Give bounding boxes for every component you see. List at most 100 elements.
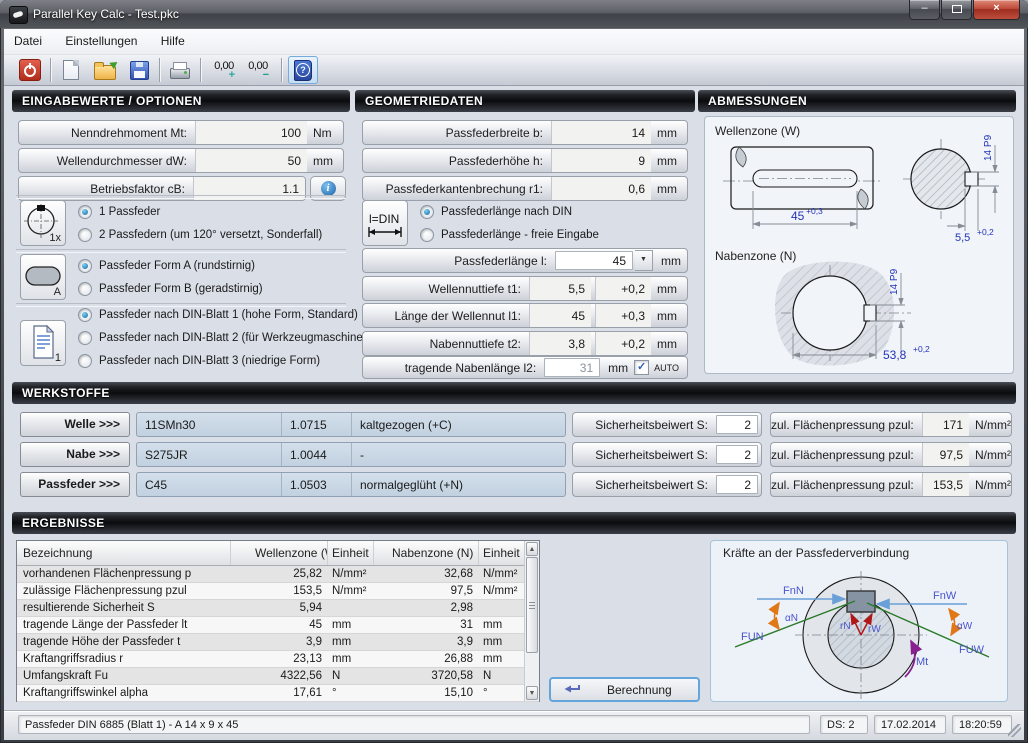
radio-din-blatt-1[interactable]: Passfeder nach DIN-Blatt 1 (hohe Form, S… — [78, 307, 358, 323]
passfeder-sicherheit-input[interactable]: 2 — [716, 475, 758, 494]
svg-text:5,5: 5,5 — [955, 232, 970, 244]
nabe-material-button[interactable]: Nabe >>> — [20, 442, 130, 467]
radio-form-a[interactable]: Passfeder Form A (rundstirnig) — [78, 258, 255, 274]
wellendurchmesser-input[interactable]: 50 — [195, 149, 307, 172]
scrollbar-thumb[interactable] — [526, 557, 538, 653]
enter-icon — [563, 683, 581, 696]
open-file-button[interactable] — [91, 57, 119, 83]
maximize-button[interactable] — [941, 0, 972, 20]
passfeder-material-button[interactable]: Passfeder >>> — [20, 472, 130, 497]
radio-icon — [78, 331, 92, 345]
key-form-icon-box: A — [20, 254, 66, 300]
cell: ° — [328, 685, 374, 701]
welle-material-button[interactable]: Welle >>> — [20, 412, 130, 437]
nabe-pzul-value: 97,5 — [922, 443, 969, 466]
minimize-button[interactable]: – — [909, 0, 940, 20]
radio-2-passfedern[interactable]: 2 Passfedern (um 120° versetzt, Sonderfa… — [78, 227, 322, 243]
save-file-button[interactable] — [125, 57, 153, 83]
cell: N — [479, 668, 524, 684]
save-floppy-icon — [130, 61, 149, 80]
close-button[interactable]: × — [973, 0, 1020, 20]
nabe-material-box[interactable]: S275JR 1.0044 - — [136, 442, 566, 467]
table-row[interactable]: vorhandenen Flächenpressung p25,82N/mm²3… — [17, 566, 539, 583]
exit-button[interactable] — [16, 57, 44, 83]
scroll-down-arrow[interactable]: ▼ — [526, 686, 538, 700]
status-bar: Passfeder DIN 6885 (Blatt 1) - A 14 x 9 … — [4, 710, 1024, 740]
auto-checkbox[interactable] — [634, 360, 649, 375]
field-unit: mm — [651, 282, 687, 296]
svg-text:+0,3: +0,3 — [806, 206, 823, 216]
material-number: 1.0715 — [281, 413, 351, 436]
radio-icon — [78, 259, 92, 273]
status-time: 18:20:59 — [952, 715, 1012, 734]
scroll-up-arrow[interactable]: ▲ — [526, 542, 538, 556]
wellennut-laenge-tolerance[interactable]: +0,3 — [595, 304, 651, 327]
nenndrehmoment-input[interactable]: 100 — [195, 121, 307, 144]
nabe-sicherheit-input[interactable]: 2 — [716, 445, 758, 464]
help-button[interactable]: ? — [288, 56, 318, 84]
wellennut-laenge-value[interactable]: 45 — [529, 304, 591, 327]
new-file-button[interactable] — [57, 57, 85, 83]
section-header-eingabewerte: EINGABEWERTE / OPTIONEN — [12, 90, 350, 112]
passfederlaenge-dropdown[interactable]: ▼ — [635, 250, 653, 271]
material-treatment: - — [351, 443, 565, 466]
table-scrollbar[interactable]: ▲ ▼ — [524, 541, 539, 701]
radio-din-blatt-3[interactable]: Passfeder nach DIN-Blatt 3 (niedrige For… — [78, 353, 320, 369]
field-label: Passfederlänge l: — [363, 254, 555, 268]
cell: 25,82 — [231, 566, 328, 582]
passfederhoehe-input[interactable]: 9 — [551, 149, 651, 172]
svg-text:53,8: 53,8 — [883, 348, 907, 362]
nabe-pzul-row: zul. Flächenpressung pzul: 97,5 N/mm² — [770, 442, 1012, 467]
menu-hilfe[interactable]: Hilfe — [151, 29, 195, 54]
passfeder-material-box[interactable]: C45 1.0503 normalgeglüht (+N) — [136, 472, 566, 497]
nabennuttiefe-tolerance[interactable]: +0,2 — [595, 332, 651, 355]
material-name: S275JR — [137, 448, 281, 462]
decimal-decrease-button[interactable]: 0,00 − — [241, 57, 275, 83]
cell: N/mm² — [479, 566, 524, 582]
cell: 45 — [231, 617, 328, 633]
radio-din-blatt-2[interactable]: Passfeder nach DIN-Blatt 2 (für Werkzeug… — [78, 330, 373, 346]
decimal-increase-button[interactable]: 0,00 + — [207, 57, 241, 83]
table-row[interactable]: Umfangskraft Fu4322,56N3720,58N — [17, 668, 539, 685]
welle-sicherheit-input[interactable]: 2 — [716, 415, 758, 434]
plus-icon: + — [229, 71, 235, 80]
nabennuttiefe-value[interactable]: 3,8 — [529, 332, 591, 355]
radio-1-passfeder[interactable]: 1 Passfeder — [78, 204, 160, 220]
force-diagram: FnN FnW FUN FUW αN αW rN rW Mt — [711, 561, 1007, 701]
table-row[interactable]: tragende Länge der Passfeder lt45mm31mm — [17, 617, 539, 634]
nabenlaenge-input[interactable]: 31 — [544, 358, 600, 377]
passfederbreite-input[interactable]: 14 — [551, 121, 651, 144]
menu-einstellungen[interactable]: Einstellungen — [55, 29, 147, 54]
cell: mm — [479, 651, 524, 667]
title-bar[interactable]: Parallel Key Calc - Test.pkc – × — [0, 0, 1028, 28]
table-row[interactable]: Kraftangriffsradius r23,13mm26,88mm — [17, 651, 539, 668]
berechnung-button[interactable]: Berechnung — [549, 677, 700, 702]
table-row[interactable]: Kraftangriffswinkel alpha17,61°15,10° — [17, 685, 539, 702]
status-ds: DS: 2 — [820, 715, 868, 734]
welle-material-box[interactable]: 11SMn30 1.0715 kaltgezogen (+C) — [136, 412, 566, 437]
group-separator — [16, 249, 346, 253]
wellennuttiefe-value[interactable]: 5,5 — [529, 277, 591, 300]
passfederlaenge-input[interactable]: 45 — [555, 251, 633, 270]
radio-laenge-din[interactable]: Passfederlänge nach DIN — [420, 204, 572, 220]
table-row[interactable]: tragende Höhe der Passfeder t3,9mm3,9mm — [17, 634, 539, 651]
print-button[interactable] — [166, 57, 194, 83]
resize-grip[interactable] — [1008, 724, 1021, 737]
kantenbrechung-input[interactable]: 0,6 — [551, 177, 651, 200]
table-row[interactable]: resultierende Sicherheit S5,942,98 — [17, 600, 539, 617]
cell — [479, 600, 524, 616]
radio-laenge-frei[interactable]: Passfederlänge - freie Eingabe — [420, 227, 599, 243]
radio-label: Passfeder nach DIN-Blatt 1 (hohe Form, S… — [99, 309, 358, 321]
welle-sicherheit-row: Sicherheitsbeiwert S: 2 — [572, 412, 762, 437]
radio-form-b[interactable]: Passfeder Form B (geradstirnig) — [78, 281, 263, 297]
cell: N/mm² — [328, 566, 374, 582]
field-nenndrehmoment: Nenndrehmoment Mt: 100 Nm — [18, 120, 344, 145]
menu-datei[interactable]: Datei — [4, 29, 52, 54]
column-header: Einheit — [479, 541, 524, 565]
force-diagram-box: Kräfte an der Passfederverbindung FnN — [710, 540, 1008, 702]
wellennuttiefe-tolerance[interactable]: +0,2 — [595, 277, 651, 300]
din-sheet-icon-box: 1 — [20, 320, 66, 366]
radio-label: Passfederlänge - freie Eingabe — [441, 229, 599, 241]
svg-text:rN: rN — [840, 621, 851, 632]
table-row[interactable]: zulässige Flächenpressung pzul153,5N/mm²… — [17, 583, 539, 600]
